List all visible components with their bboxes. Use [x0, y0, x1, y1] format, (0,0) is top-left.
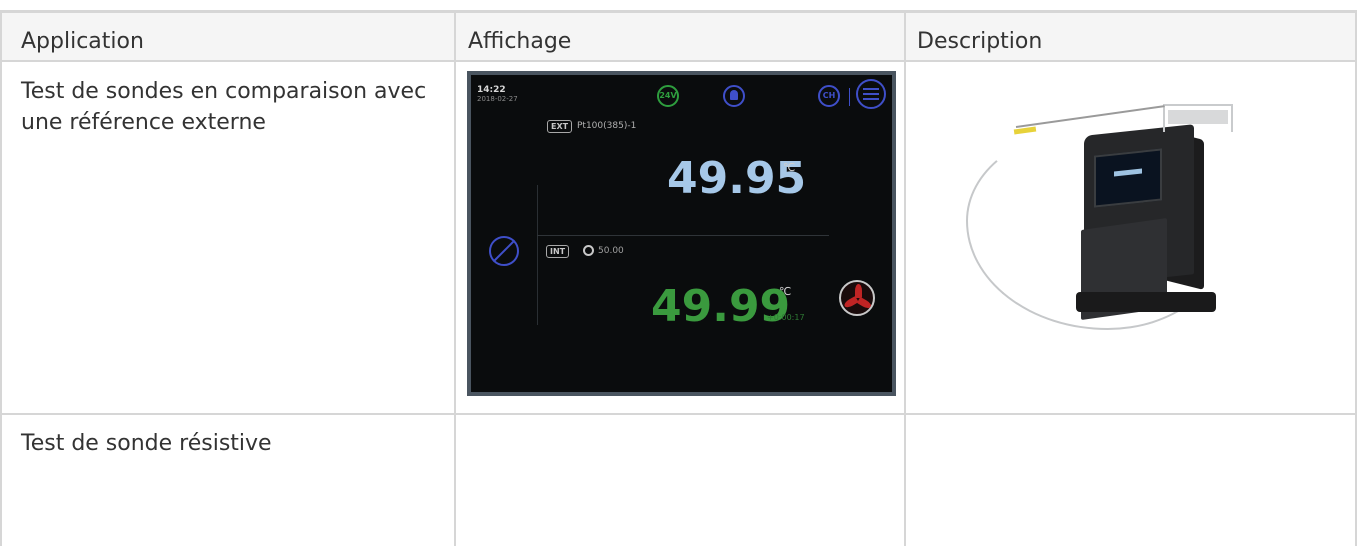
- divider: [537, 185, 538, 325]
- calibrator-display: [1094, 148, 1162, 208]
- header-cell-application: Application: [0, 10, 456, 62]
- row2-display-cell: [456, 415, 906, 546]
- fan-icon: [839, 280, 875, 316]
- device-display-screenshot: 14:22 2018-02-27 24V CH EXT Pt100(385)-1…: [467, 71, 896, 396]
- calibrator-base: [1076, 292, 1216, 312]
- row1-application-text: Test de sondes en comparaison avec une r…: [21, 79, 427, 135]
- ext-probe-name: Pt100(385)-1: [577, 121, 637, 131]
- stability-timer: +0:00:17: [767, 313, 805, 322]
- display-time: 14:22: [477, 85, 506, 95]
- row1-display-cell: 14:22 2018-02-27 24V CH EXT Pt100(385)-1…: [456, 62, 906, 415]
- probe-shaft: [1015, 105, 1165, 128]
- ch-indicator-icon: CH: [818, 85, 840, 107]
- no-probe-icon: [489, 236, 519, 266]
- dry-block-calibrator-photo: [916, 74, 1344, 359]
- calibrator-heater-block: [1168, 110, 1228, 124]
- int-temperature-unit: ℃: [779, 285, 792, 298]
- row2-application-text: Test de sonde résistive: [21, 431, 272, 456]
- row1-description-cell: [906, 62, 1357, 415]
- ext-temperature-unit: ℃: [783, 161, 796, 174]
- ext-tag: EXT: [547, 120, 573, 133]
- int-temperature-value: 49.99: [651, 281, 791, 332]
- setpoint-value: 50.00: [598, 246, 624, 256]
- divider: [537, 235, 829, 236]
- header-cell-display: Affichage: [456, 10, 906, 62]
- bell-icon: [723, 85, 745, 107]
- int-tag: INT: [546, 245, 570, 258]
- header-description: Description: [917, 29, 1043, 54]
- display-date: 2018-02-27: [477, 95, 518, 103]
- header-cell-description: Description: [906, 10, 1357, 62]
- menu-icon: [856, 79, 886, 109]
- row2-description-cell: [906, 415, 1357, 546]
- header-display: Affichage: [468, 29, 572, 54]
- header-application: Application: [21, 29, 144, 54]
- row2-application-cell: Test de sonde résistive: [0, 415, 456, 546]
- 24v-indicator-icon: 24V: [657, 85, 679, 107]
- divider: [849, 88, 850, 106]
- application-table: Application Affichage Description Test d…: [0, 0, 1357, 546]
- setpoint-target-icon: [583, 245, 594, 256]
- row1-application-cell: Test de sondes en comparaison avec une r…: [0, 62, 456, 415]
